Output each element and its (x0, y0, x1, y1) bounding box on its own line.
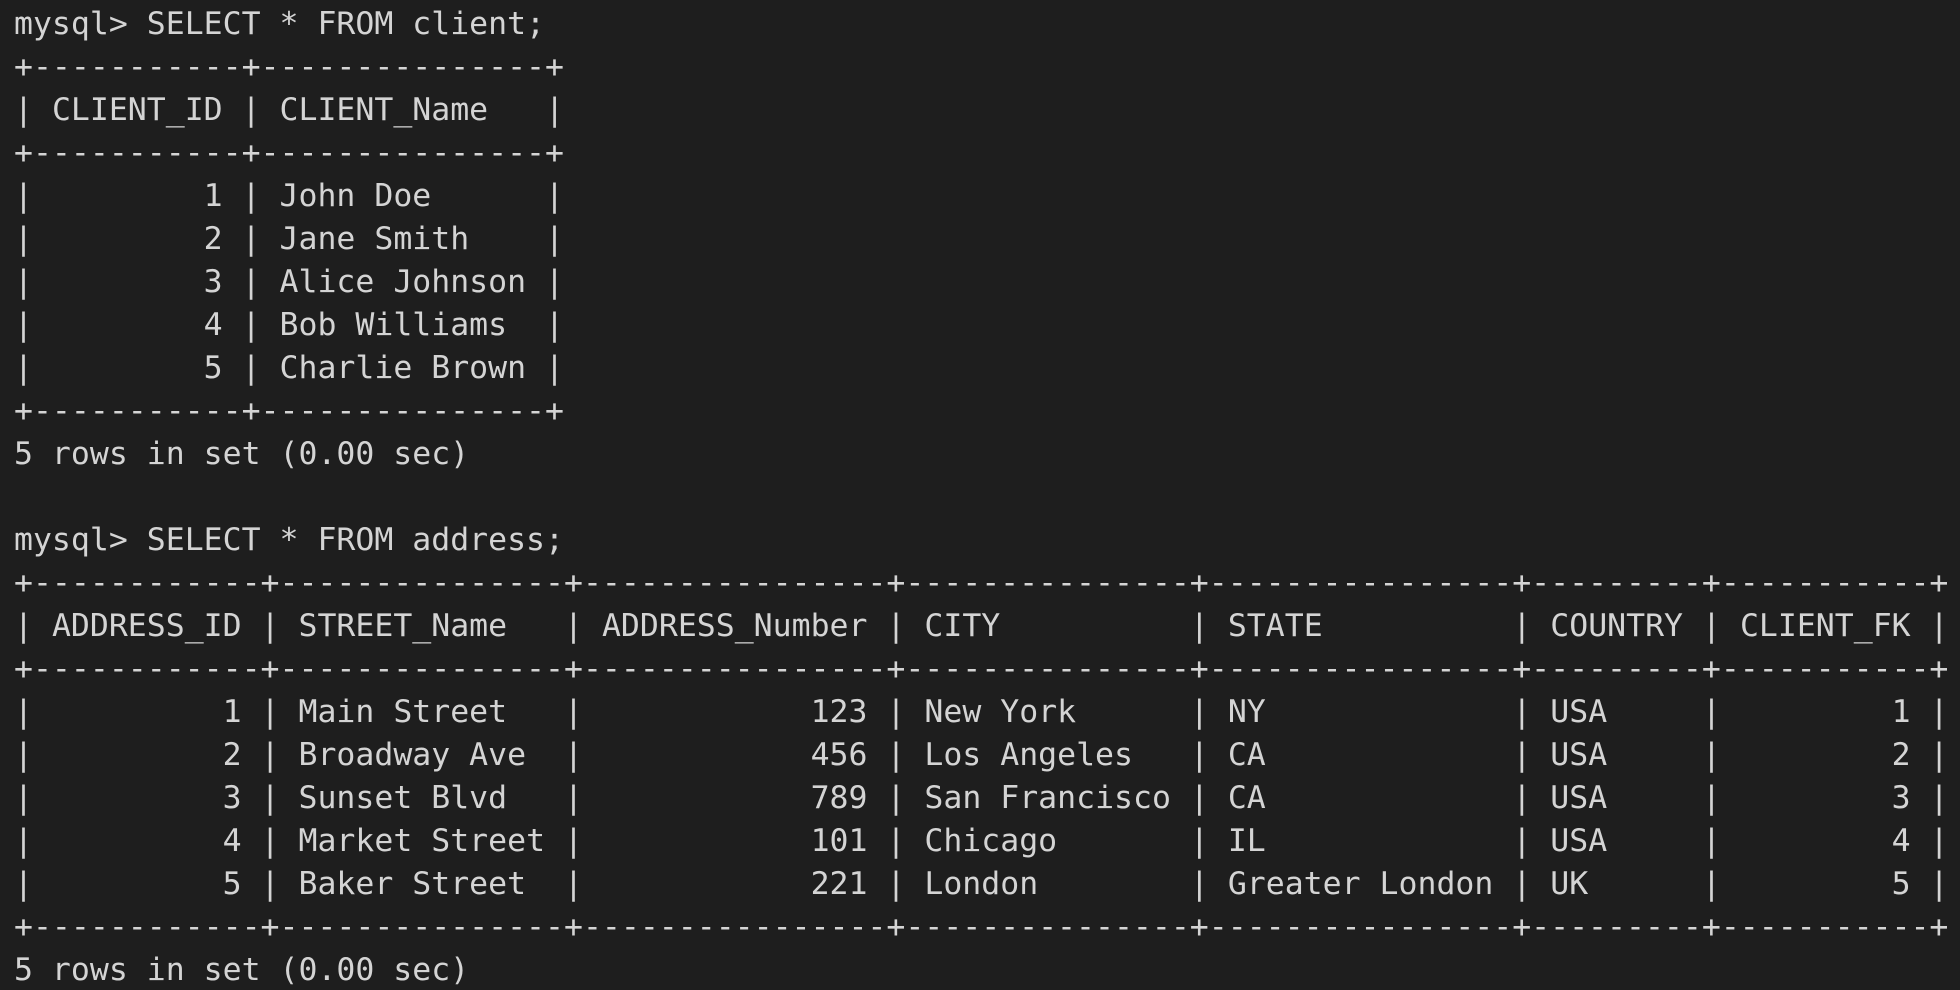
table-cell: USA (1550, 823, 1608, 859)
result-footer: 5 rows in set (0.00 sec) (14, 949, 1960, 990)
table-border: +-----------+---------------+ (14, 393, 564, 429)
table-cell: CA (1227, 780, 1266, 816)
table-row: | 2 | Broadway Ave | 456 | Los Angeles |… (14, 737, 1949, 773)
table-cell: NY (1227, 694, 1266, 730)
table-cell: 4 (222, 823, 242, 859)
table-border: +------------+---------------+----------… (14, 909, 1949, 945)
column-header: CLIENT_Name (279, 92, 489, 128)
table-cell: Broadway Ave (298, 737, 527, 773)
table-cell: Chicago (924, 823, 1058, 859)
command-line: mysql> SELECT * FROM address; (14, 519, 1960, 562)
column-header: CLIENT_FK (1739, 608, 1911, 644)
table-cell: 2 (1891, 737, 1911, 773)
table-cell: 1 (1891, 694, 1911, 730)
table-cell: Market Street (298, 823, 546, 859)
table-row: | 5 | Charlie Brown | (14, 350, 565, 386)
table-cell: London (924, 866, 1039, 902)
table-cell: 4 (1891, 823, 1911, 859)
rows-in-set-text: 5 rows in set (0.00 sec) (14, 952, 470, 988)
table-cell: 2 (203, 221, 223, 257)
table-cell: Alice Johnson (279, 264, 527, 300)
column-header: CITY (924, 608, 1001, 644)
column-header: STREET_Name (298, 608, 508, 644)
column-header: CLIENT_ID (51, 92, 223, 128)
rows-in-set-text: 5 rows in set (0.00 sec) (14, 436, 470, 472)
command-line: mysql> SELECT * FROM client; (14, 3, 1960, 46)
table-cell: Baker Street (298, 866, 527, 902)
table-cell: Bob Williams (279, 307, 508, 343)
table-cell: 5 (222, 866, 242, 902)
column-header: ADDRESS_ID (51, 608, 242, 644)
table-cell: John Doe (279, 178, 432, 214)
table-header-row: | ADDRESS_ID | STREET_Name | ADDRESS_Num… (14, 608, 1949, 644)
result-footer: 5 rows in set (0.00 sec) (14, 433, 1960, 476)
table-cell: New York (924, 694, 1077, 730)
table-row: | 3 | Sunset Blvd | 789 | San Francisco … (14, 780, 1949, 816)
prompt: mysql> (14, 522, 128, 558)
table-cell: 4 (203, 307, 223, 343)
table-cell: 1 (203, 178, 223, 214)
table-row: | 1 | John Doe | (14, 178, 565, 214)
table-cell: Greater London (1227, 866, 1494, 902)
table-cell: 3 (222, 780, 242, 816)
table-cell: Sunset Blvd (298, 780, 508, 816)
table-cell: Main Street (298, 694, 508, 730)
table-cell: 2 (222, 737, 242, 773)
table-cell: USA (1550, 694, 1608, 730)
sql-command: SELECT * FROM client; (146, 6, 546, 42)
table-cell: 221 (810, 866, 868, 902)
table-border: +-----------+---------------+ (14, 49, 564, 85)
table-cell: 3 (203, 264, 223, 300)
table-cell: Charlie Brown (279, 350, 527, 386)
table-cell: 101 (810, 823, 868, 859)
table-cell: 123 (810, 694, 868, 730)
table-cell: 5 (1891, 866, 1911, 902)
table-row: | 4 | Market Street | 101 | Chicago | IL… (14, 823, 1949, 859)
column-header: STATE (1227, 608, 1323, 644)
table-cell: 789 (810, 780, 868, 816)
column-header: ADDRESS_Number (601, 608, 868, 644)
table-cell: San Francisco (924, 780, 1171, 816)
table-cell: USA (1550, 780, 1608, 816)
table-border: +------------+---------------+----------… (14, 565, 1949, 601)
table-cell: Jane Smith (279, 221, 470, 257)
table-row: | 4 | Bob Williams | (14, 307, 565, 343)
table-cell: 5 (203, 350, 223, 386)
terminal-window[interactable]: mysql> SELECT * FROM client; +-----------… (0, 0, 1960, 990)
table-cell: UK (1550, 866, 1589, 902)
table-row: | 3 | Alice Johnson | (14, 264, 565, 300)
table-cell: CA (1227, 737, 1266, 773)
table-cell: 3 (1891, 780, 1911, 816)
table-cell: IL (1227, 823, 1266, 859)
table-row: | 5 | Baker Street | 221 | London | Grea… (14, 866, 1949, 902)
column-header: COUNTRY (1550, 608, 1684, 644)
table-header-row: | CLIENT_ID | CLIENT_Name | (14, 92, 565, 128)
table-cell: 1 (222, 694, 242, 730)
prompt: mysql> (14, 6, 128, 42)
table-cell: 456 (810, 737, 868, 773)
table-border: +-----------+---------------+ (14, 135, 564, 171)
table-cell: Los Angeles (924, 737, 1133, 773)
table-row: | 1 | Main Street | 123 | New York | NY … (14, 694, 1949, 730)
table-border: +------------+---------------+----------… (14, 651, 1949, 687)
table-row: | 2 | Jane Smith | (14, 221, 565, 257)
sql-command: SELECT * FROM address; (146, 522, 564, 558)
table-cell: USA (1550, 737, 1608, 773)
